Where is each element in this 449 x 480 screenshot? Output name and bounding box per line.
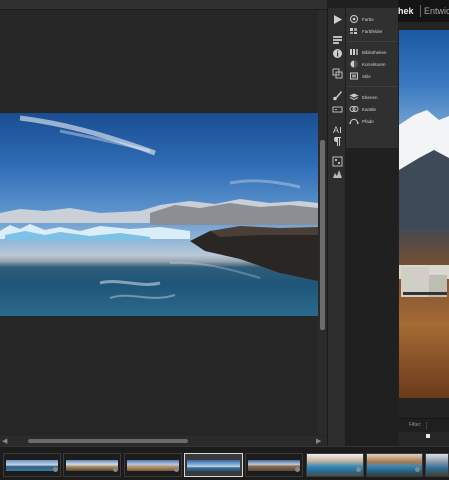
thumb-badge-icon	[174, 467, 179, 472]
panel-item-label: Stile	[362, 73, 371, 79]
horizontal-scroll-thumb[interactable]	[28, 439, 188, 443]
vertical-scrollbar[interactable]	[318, 10, 327, 435]
properties-icon[interactable]	[331, 156, 344, 167]
panel-item-ebenen[interactable]: Ebenen	[349, 92, 378, 102]
play-icon[interactable]	[331, 14, 344, 25]
swatches-icon	[350, 28, 357, 34]
scroll-left-arrow-icon[interactable]: ◀	[2, 437, 7, 445]
brush-icon[interactable]	[331, 90, 344, 101]
filter-bar: Filter:	[398, 418, 449, 432]
filmstrip	[0, 446, 449, 480]
preview-photo[interactable]	[399, 30, 449, 398]
filmstrip-thumb[interactable]	[124, 453, 182, 477]
panel-item-kanaele[interactable]: Kanäle	[349, 104, 376, 114]
filter-divider	[426, 422, 427, 430]
thumb-badge-icon	[295, 467, 300, 472]
thumb-badge-icon	[415, 467, 420, 472]
layers-icon	[349, 93, 359, 101]
module-picker: hek Entwic	[398, 0, 449, 22]
vertical-scroll-thumb[interactable]	[320, 140, 325, 330]
info-icon[interactable]	[331, 48, 344, 59]
svg-text:A: A	[333, 125, 339, 135]
panel-item-label: Ebenen	[362, 94, 378, 100]
panel-item-korrekturen[interactable]: Korrekturen	[349, 59, 386, 69]
document-tab-strip	[0, 0, 327, 10]
tool-presets-icon[interactable]	[331, 104, 344, 115]
panel-item-pfade[interactable]: Pfade	[349, 116, 374, 126]
panel-icon-strip: A	[327, 8, 345, 446]
filmstrip-thumb[interactable]	[63, 453, 121, 477]
landscape-photo[interactable]	[0, 113, 318, 316]
clone-source-icon[interactable]	[331, 68, 344, 79]
module-develop-tab[interactable]: Entwic	[424, 6, 449, 16]
thumb-badge-icon	[113, 467, 118, 472]
document-canvas[interactable]	[0, 0, 327, 446]
panel-item-label: Pfade	[362, 118, 374, 124]
channels-icon	[349, 106, 359, 112]
libraries-icon	[350, 49, 358, 55]
selection-marker-icon	[426, 434, 430, 438]
filmstrip-thumb[interactable]	[3, 453, 61, 477]
thumb-badge-icon	[53, 467, 58, 472]
filmstrip-thumb[interactable]	[425, 453, 449, 477]
panel-group-divider	[348, 41, 397, 42]
background-app-window: hek Entwic Filter:	[398, 0, 449, 446]
panel-item-label: Farbfelder	[362, 28, 383, 34]
styles-icon	[350, 72, 358, 80]
horizontal-scrollbar[interactable]: ◀ ▶	[0, 436, 327, 446]
filmstrip-thumb[interactable]	[306, 453, 364, 477]
history-icon[interactable]	[331, 34, 344, 45]
filmstrip-thumb[interactable]	[366, 453, 423, 477]
paragraph-icon[interactable]	[331, 136, 344, 147]
filmstrip-thumb-selected[interactable]	[184, 453, 243, 477]
adjustments-icon	[350, 60, 358, 68]
panel-item-farbe[interactable]: Farbe	[349, 14, 374, 24]
thumb-badge-icon	[356, 467, 361, 472]
filmstrip-thumb[interactable]	[245, 453, 303, 477]
histogram-icon[interactable]	[331, 168, 344, 179]
character-icon[interactable]: A	[331, 124, 344, 135]
scroll-right-arrow-icon[interactable]: ▶	[316, 437, 321, 445]
filter-label: Filter:	[409, 422, 422, 428]
filmstrip-header	[398, 432, 449, 446]
color-wheel-icon	[350, 15, 358, 23]
panel-item-farbfelder[interactable]: Farbfelder	[349, 26, 383, 36]
panel-item-label: Farbe	[362, 16, 374, 22]
panel-item-stile[interactable]: Stile	[349, 71, 371, 81]
module-library-tab[interactable]: hek	[398, 6, 414, 16]
module-divider	[420, 5, 421, 17]
panel-group-divider	[348, 86, 397, 87]
panel-item-label: Korrekturen	[362, 61, 386, 67]
panel-item-label: Bibliotheken	[362, 49, 387, 55]
panels-dock: Farbe Farbfelder Bibliotheken Korrekture…	[345, 8, 398, 148]
panel-item-bibliotheken[interactable]: Bibliotheken	[349, 47, 387, 57]
panel-item-label: Kanäle	[362, 106, 377, 112]
paths-icon	[349, 118, 359, 124]
